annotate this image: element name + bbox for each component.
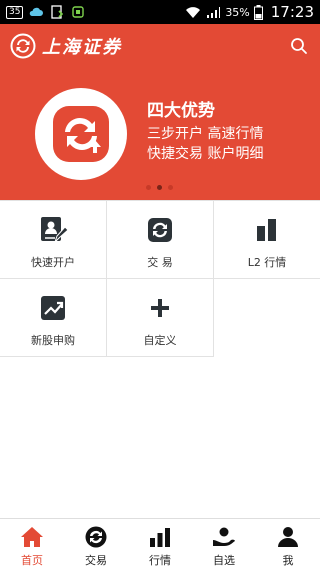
trade-exchange-icon: [148, 218, 172, 242]
nav-item-label: 自选: [213, 554, 235, 567]
grid-item-label: 交 易: [147, 256, 173, 269]
grid-item-trade[interactable]: 交 易: [107, 201, 214, 279]
nav-item-label: 行情: [149, 554, 171, 567]
status-bar-right: 35% 17:23: [185, 3, 314, 21]
plus-icon: [151, 299, 169, 317]
bar-chart-icon: [257, 219, 276, 241]
status-bar: 35 35% 17:23: [0, 0, 320, 24]
cloud-icon: [30, 7, 44, 16]
nav-item-trade[interactable]: 交易: [64, 519, 128, 568]
carousel-dots: [146, 185, 173, 190]
search-icon: [291, 38, 307, 54]
logo-icon: [10, 33, 36, 59]
banner-line-2: 快捷交易 账户明细: [147, 146, 264, 162]
carousel-dot[interactable]: [146, 185, 151, 190]
user-icon: [278, 527, 298, 547]
exchange-logo-icon: [53, 106, 109, 162]
search-button[interactable]: [288, 35, 310, 57]
home-icon: [21, 527, 43, 547]
nav-item-label: 首页: [21, 554, 43, 567]
nav-item-me[interactable]: 我: [256, 519, 320, 568]
trend-chart-icon: [41, 296, 65, 320]
watchlist-icon: [213, 527, 235, 546]
promo-banner[interactable]: 四大优势 三步开户 高速行情 快捷交易 账户明细: [0, 68, 320, 200]
nav-item-label: 我: [282, 554, 294, 567]
signal-icon: [207, 6, 221, 18]
wifi-icon: [186, 6, 201, 18]
grid-item-customize[interactable]: 自定义: [107, 279, 214, 357]
account-form-icon: [41, 217, 68, 243]
battery-percent: 35%: [225, 5, 250, 19]
market-icon: [150, 528, 170, 547]
battery-icon: [253, 4, 263, 20]
banner-title: 四大优势: [147, 101, 215, 121]
nav-item-home[interactable]: 首页: [0, 519, 64, 568]
grid-item-label: 快速开户: [31, 256, 75, 269]
carousel-dot-active[interactable]: [157, 185, 162, 190]
nav-item-label: 交易: [85, 554, 107, 567]
nav-item-market[interactable]: 行情: [128, 519, 192, 568]
status-bar-left: 35: [6, 5, 86, 19]
grid-item-l2-quotes[interactable]: L2 行情: [214, 201, 320, 279]
nav-item-watchlist[interactable]: 自选: [192, 519, 256, 568]
app-screen: 35 35% 17:23 上海证券 四大优势 三步开户 高速行情 快捷交易 账户…: [0, 0, 320, 568]
grid-item-open-account[interactable]: 快速开户: [0, 201, 107, 279]
notification-count-badge: 35: [6, 5, 24, 19]
banner-logo-circle: [35, 88, 127, 180]
brand-name: 上海证券: [42, 37, 122, 58]
grid-item-ipo-subscribe[interactable]: 新股申购: [0, 279, 107, 357]
carousel-dot[interactable]: [168, 185, 173, 190]
app-header: 上海证券: [0, 24, 320, 68]
file-download-icon: [51, 5, 64, 19]
app-notification-icon: [72, 6, 85, 18]
grid-item-label: 自定义: [143, 334, 177, 347]
grid-item-label: L2 行情: [247, 256, 287, 269]
banner-line-1: 三步开户 高速行情: [147, 126, 264, 142]
grid-item-label: 新股申购: [31, 334, 75, 347]
bottom-nav: 首页 交易 行情 自选 我: [0, 518, 320, 568]
clock: 17:23: [270, 3, 314, 21]
trade-icon: [85, 526, 107, 548]
